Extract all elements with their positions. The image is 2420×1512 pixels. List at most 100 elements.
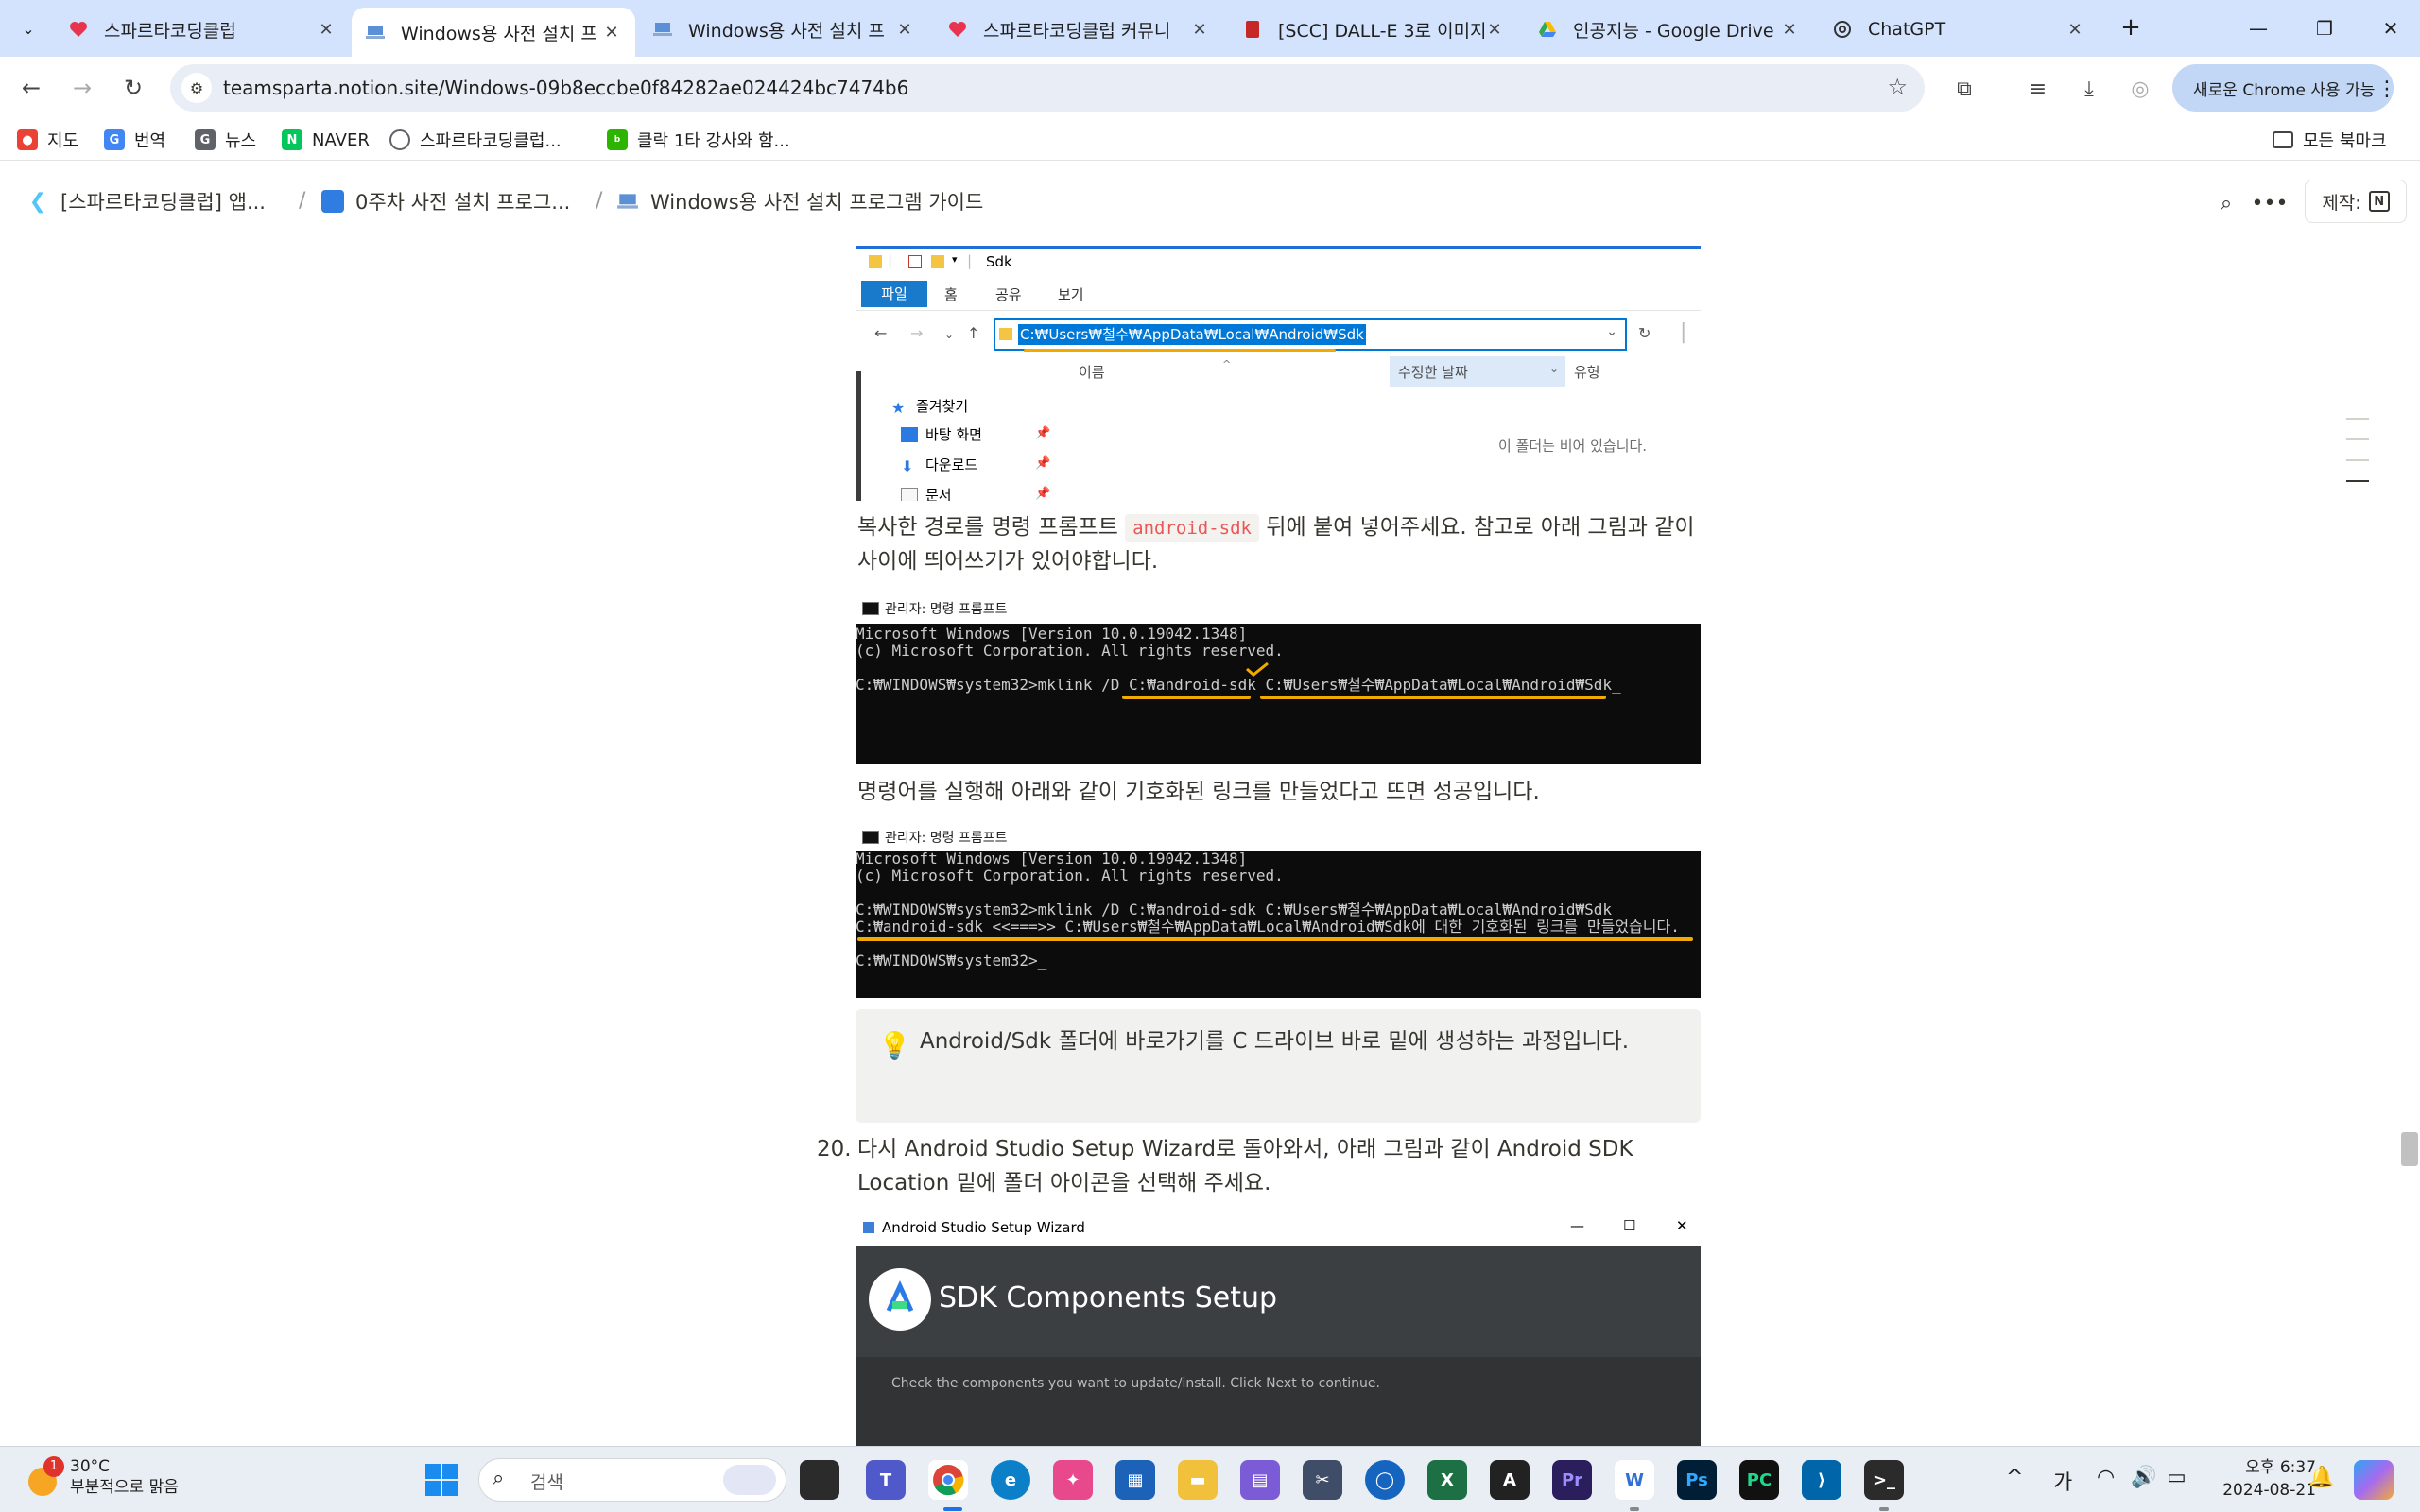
- toc-marker-active[interactable]: [2346, 480, 2369, 482]
- weather-widget[interactable]: 1 30°C 부분적으로 맑음: [25, 1456, 179, 1498]
- breadcrumb-3[interactable]: Windows용 사전 설치 프로그램 가이드: [616, 185, 983, 217]
- start-windows-icon[interactable]: [422, 1460, 461, 1500]
- address-bar[interactable]: ⚙ teamsparta.notion.site/Windows-09b8ecc…: [170, 64, 1925, 112]
- tab-6[interactable]: 인공지능 - Google Drive ✕: [1524, 8, 1813, 51]
- reload-icon[interactable]: ↻: [115, 70, 151, 106]
- bookmark-news[interactable]: G 뉴스: [195, 125, 256, 155]
- edge-icon[interactable]: e: [991, 1460, 1030, 1500]
- list-item-text: 다시 Android Studio Setup Wizard로 돌아와서, 아래…: [857, 1137, 1634, 1195]
- title-divider: |: [967, 252, 973, 269]
- extensions-icon[interactable]: ⧉: [1947, 72, 1981, 106]
- search-icon[interactable]: ⌕: [2210, 187, 2242, 219]
- more-options-icon[interactable]: •••: [2252, 187, 2289, 219]
- file-explorer-icon[interactable]: ▬: [1178, 1460, 1218, 1500]
- ime-indicator[interactable]: 가: [2053, 1466, 2072, 1496]
- chrome-icon[interactable]: [928, 1460, 968, 1500]
- minimize-icon[interactable]: —: [2225, 0, 2291, 57]
- bookmark-label: 클락 1타 강사와 함...: [637, 131, 790, 151]
- copilot-icon[interactable]: [2354, 1460, 2394, 1500]
- cmd-line: C:₩WINDOWS₩system32>mklink /D C:₩android…: [856, 901, 1613, 919]
- page-scrollbar[interactable]: [2399, 231, 2420, 1446]
- tab-3[interactable]: Windows용 사전 설치 프 ✕: [639, 8, 928, 51]
- breadcrumb-2[interactable]: 0주차 사전 설치 프로그...: [321, 185, 570, 217]
- taskbar-search[interactable]: ⌕ 검색: [478, 1458, 786, 1502]
- made-with-notion-button[interactable]: 제작: N: [2305, 180, 2407, 223]
- tab-7[interactable]: ChatGPT ✕: [1819, 8, 2099, 51]
- tab-title: ChatGPT: [1868, 19, 1946, 40]
- scrollbar-thumb[interactable]: [2401, 1132, 2418, 1166]
- bookmark-maps[interactable]: ● 지도: [17, 125, 78, 155]
- url-text[interactable]: teamsparta.notion.site/Windows-09b8eccbe…: [223, 64, 908, 112]
- profile-icon[interactable]: ◎: [2123, 72, 2157, 106]
- ribbon-tab-home: 홈: [944, 286, 958, 303]
- copilot-app-icon[interactable]: ✦: [1053, 1460, 1093, 1500]
- cortana-icon[interactable]: ◯: [1365, 1460, 1405, 1500]
- terminal-icon[interactable]: >_: [1864, 1460, 1904, 1500]
- restore-icon[interactable]: ❐: [2291, 0, 2358, 57]
- chrome-menu-icon[interactable]: ⋮: [2377, 77, 2397, 101]
- close-tab-icon[interactable]: ✕: [601, 23, 622, 43]
- bookmark-label: 스파르타코딩클럽...: [420, 131, 562, 151]
- cmd-window-title: 관리자: 명령 프롬프트: [862, 599, 1008, 618]
- pycharm-icon[interactable]: PC: [1739, 1460, 1779, 1500]
- notification-icon[interactable]: 🔔: [2308, 1466, 2334, 1489]
- close-tab-icon[interactable]: ✕: [894, 20, 915, 40]
- tree-label: 문서: [925, 487, 952, 501]
- pin-icon: 📌: [1035, 456, 1051, 471]
- task-view-icon[interactable]: [800, 1460, 839, 1500]
- tab-1[interactable]: 스파르타코딩클럽 ✕: [55, 8, 350, 51]
- all-bookmarks[interactable]: 모든 북마크: [2273, 125, 2387, 155]
- bookmark-label: 지도: [47, 131, 79, 151]
- snipping-tool-icon[interactable]: ✂: [1303, 1460, 1342, 1500]
- bookmark-star-icon[interactable]: ☆: [1887, 74, 1908, 100]
- bookmark-translate[interactable]: G 번역: [104, 125, 165, 155]
- tab-search-chevron-icon[interactable]: ⌄: [13, 13, 43, 43]
- forward-icon[interactable]: →: [64, 70, 100, 106]
- close-tab-icon[interactable]: ✕: [1779, 20, 1800, 40]
- cmd-screenshot-1: Microsoft Windows [Version 10.0.19042.13…: [856, 624, 1701, 764]
- folder-icon: [999, 328, 1012, 340]
- battery-icon[interactable]: ▭: [2167, 1466, 2187, 1489]
- toc-marker[interactable]: [2346, 438, 2369, 440]
- wifi-icon[interactable]: ◠: [2097, 1466, 2115, 1489]
- site-info-icon[interactable]: ⚙: [182, 73, 212, 103]
- back-icon[interactable]: ←: [13, 70, 49, 106]
- word-like-icon[interactable]: W: [1615, 1460, 1654, 1500]
- tray-expand-icon[interactable]: ^: [2006, 1466, 2023, 1489]
- acrobat-icon[interactable]: A: [1490, 1460, 1530, 1500]
- vscode-icon[interactable]: ⟩: [1802, 1460, 1841, 1500]
- notion-logo-icon: N: [2368, 191, 2390, 212]
- notepad-icon[interactable]: ▤: [1240, 1460, 1280, 1500]
- sort-arrow-icon: ^: [1222, 358, 1232, 370]
- bookmark-label: 뉴스: [225, 131, 257, 151]
- close-tab-icon[interactable]: ✕: [316, 20, 337, 40]
- cmd-title-text: 관리자: 명령 프롬프트: [885, 831, 1008, 846]
- premiere-icon[interactable]: Pr: [1552, 1460, 1592, 1500]
- bookmark-blog[interactable]: b 클락 1타 강사와 함...: [607, 125, 790, 155]
- excel-icon[interactable]: X: [1427, 1460, 1467, 1500]
- media-control-icon[interactable]: ≡: [2021, 72, 2055, 106]
- close-tab-icon[interactable]: ✕: [1484, 20, 1505, 40]
- teams-icon[interactable]: T: [866, 1460, 906, 1500]
- download-icon[interactable]: ⤓: [2072, 72, 2106, 106]
- android-studio-logo-icon: [869, 1268, 931, 1331]
- tab-2-active[interactable]: Windows용 사전 설치 프 ✕: [352, 8, 635, 57]
- tab-4[interactable]: 스파르타코딩클럽 커뮤니 ✕: [934, 8, 1223, 51]
- toc-marker[interactable]: [2346, 459, 2369, 461]
- bookmark-sparta[interactable]: 스파르타코딩클럽...: [389, 125, 562, 155]
- bookmark-naver[interactable]: N NAVER: [282, 125, 370, 155]
- close-tab-icon[interactable]: ✕: [1189, 20, 1210, 40]
- system-clock[interactable]: 오후 6:37 2024-08-21: [2210, 1456, 2316, 1502]
- toc-marker[interactable]: [2346, 418, 2369, 420]
- store-icon[interactable]: ▦: [1115, 1460, 1155, 1500]
- close-tab-icon[interactable]: ✕: [2065, 20, 2085, 40]
- tab-5[interactable]: [SCC] DALL-E 3로 이미지 ✕: [1229, 8, 1518, 51]
- bookmark-label: NAVER: [312, 129, 370, 150]
- volume-icon[interactable]: 🔊: [2131, 1466, 2156, 1489]
- photoshop-icon[interactable]: Ps: [1677, 1460, 1717, 1500]
- close-window-icon[interactable]: ✕: [2358, 0, 2420, 57]
- maps-icon: ●: [17, 129, 38, 150]
- new-tab-button[interactable]: +: [2116, 13, 2146, 43]
- breadcrumb-1[interactable]: ❮ [스파르타코딩클럽] 앱...: [26, 185, 266, 217]
- chrome-update-button[interactable]: 새로운 Chrome 사용 가능: [2172, 64, 2394, 112]
